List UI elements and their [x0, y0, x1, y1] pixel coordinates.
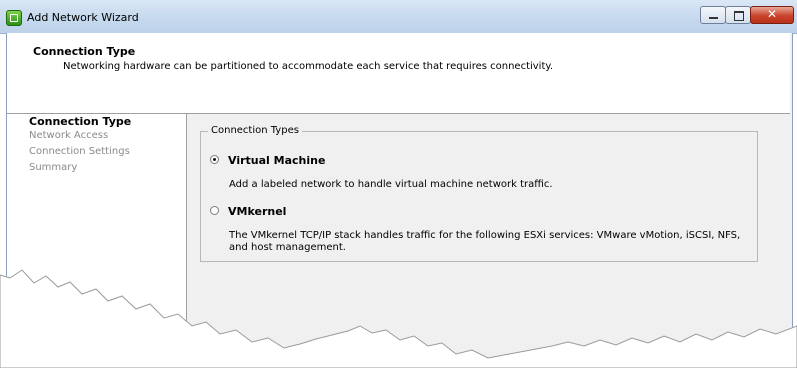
add-network-wizard-window: Add Network Wizard ✕ Connection Type Net…: [0, 0, 797, 368]
torn-edge-overlay: [0, 269, 797, 368]
